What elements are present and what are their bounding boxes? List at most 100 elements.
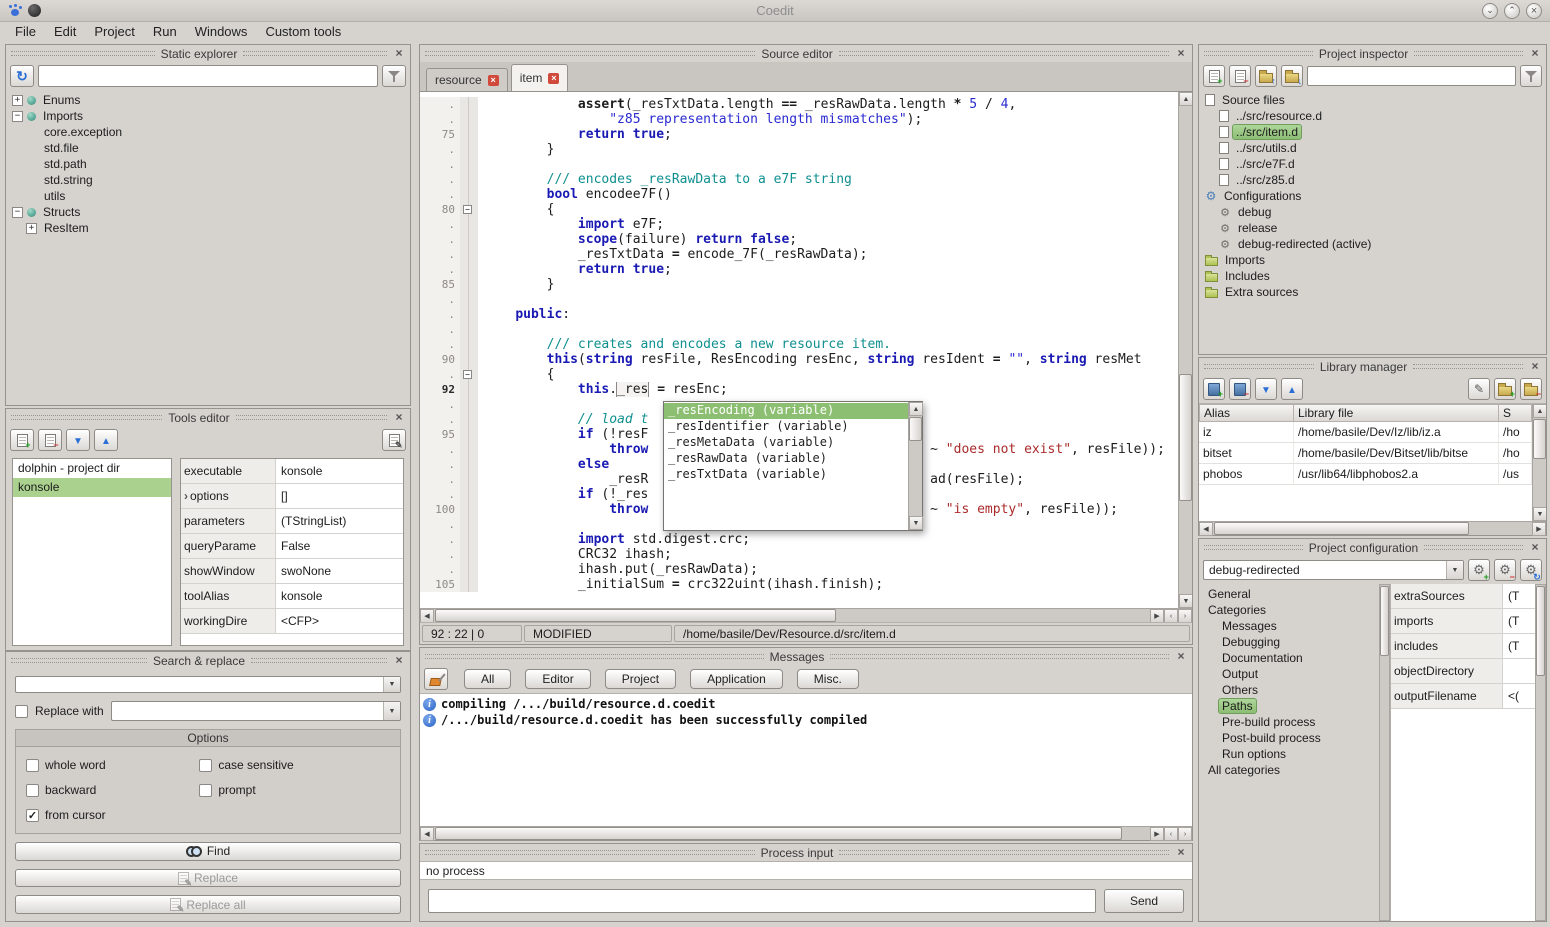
process-input-field[interactable] (428, 889, 1096, 913)
tree-item[interactable]: ⚙debug (1199, 204, 1546, 220)
scroll-thumb[interactable] (1179, 374, 1192, 501)
editor-horizontal-scrollbar[interactable]: ◀ ▶ ‹ › (420, 608, 1192, 622)
fold-icon[interactable]: − (463, 205, 472, 214)
tree-item[interactable]: Run options (1199, 746, 1379, 762)
tree-item[interactable]: ⚙Configurations (1199, 188, 1546, 204)
collapse-icon[interactable]: − (12, 207, 23, 218)
filter-editor[interactable]: Editor (525, 669, 590, 689)
chevron-down-icon[interactable] (383, 702, 400, 720)
scroll-right-icon[interactable]: ▶ (1150, 827, 1164, 841)
collapse-icon[interactable]: − (12, 111, 23, 122)
filter-application[interactable]: Application (690, 669, 783, 689)
tree-item[interactable]: Documentation (1199, 650, 1379, 666)
tree-item[interactable]: ../src/e7F.d (1199, 156, 1546, 172)
replace-button[interactable]: ✎Replace (15, 869, 401, 888)
grid-row[interactable]: executablekonsole (181, 459, 403, 484)
autocomplete-scrollbar[interactable]: ▲ ▼ (908, 402, 922, 530)
scroll-thumb[interactable] (1533, 419, 1546, 459)
tree-item[interactable]: core.exception (6, 124, 410, 140)
checkbox-whole-word[interactable]: whole word (26, 755, 199, 775)
grid-value[interactable]: <( (1503, 684, 1535, 708)
scroll-left-icon[interactable]: ◀ (1199, 522, 1213, 536)
tree-item[interactable]: General (1199, 586, 1379, 602)
grid-row[interactable]: workingDire<CFP> (181, 609, 403, 634)
menu-item-file[interactable]: File (6, 22, 45, 42)
grid-value[interactable]: False (276, 534, 403, 558)
menu-item-windows[interactable]: Windows (186, 22, 257, 42)
remove-tool-button[interactable]: − (38, 429, 62, 451)
scroll-thumb[interactable] (435, 827, 1122, 840)
window-close-button[interactable] (1526, 3, 1542, 19)
list-item[interactable]: konsole (13, 478, 171, 497)
split-left-icon[interactable]: ‹ (1164, 609, 1178, 623)
filter-misc[interactable]: Misc. (797, 669, 859, 689)
move-tool-up-button[interactable] (94, 429, 118, 451)
find-button[interactable]: Find (15, 842, 401, 861)
filter-project[interactable]: Project (605, 669, 676, 689)
panel-close-icon[interactable] (1175, 48, 1187, 60)
checkbox-prompt[interactable]: prompt (199, 780, 390, 800)
tree-item[interactable]: Paths (1199, 698, 1379, 714)
menu-item-custom-tools[interactable]: Custom tools (256, 22, 350, 42)
table-row[interactable]: phobos/usr/lib64/libphobos2.a/us (1199, 464, 1532, 485)
tree-item[interactable]: utils (6, 188, 410, 204)
move-library-up-button[interactable] (1281, 378, 1303, 400)
scroll-up-icon[interactable]: ▲ (1533, 404, 1546, 418)
scroll-up-icon[interactable]: ▲ (909, 402, 923, 416)
column-header[interactable]: Library file (1294, 404, 1499, 422)
scroll-thumb[interactable] (435, 609, 836, 622)
panel-close-icon[interactable] (393, 48, 405, 60)
tree-item[interactable]: Output (1199, 666, 1379, 682)
shade-button[interactable] (1482, 3, 1498, 19)
tab-close-icon[interactable]: × (548, 73, 559, 84)
grid-row[interactable]: imports(T (1391, 609, 1535, 634)
scroll-left-icon[interactable]: ◀ (420, 827, 434, 841)
tree-item[interactable]: ⚙release (1199, 220, 1546, 236)
split-right-icon[interactable]: › (1178, 609, 1192, 623)
split-right-icon[interactable]: › (1178, 827, 1192, 841)
checkbox-box[interactable] (199, 784, 212, 797)
chevron-down-icon[interactable] (1446, 561, 1463, 579)
scroll-thumb[interactable] (1536, 586, 1545, 676)
tree-item[interactable]: std.string (6, 172, 410, 188)
add-configuration-button[interactable]: + (1468, 559, 1490, 581)
tree-item[interactable]: −Structs (6, 204, 410, 220)
tree-item[interactable]: ../src/utils.d (1199, 140, 1546, 156)
tree-item[interactable]: +Enums (6, 92, 410, 108)
message-row[interactable]: i/.../build/resource.d.coedit has been s… (423, 712, 1189, 728)
tree-item[interactable]: Categories (1199, 602, 1379, 618)
filter-button[interactable] (382, 65, 406, 87)
scroll-thumb[interactable] (909, 417, 922, 441)
grid-row[interactable]: includes(T (1391, 634, 1535, 659)
tree-item[interactable]: All categories (1199, 762, 1379, 778)
split-left-icon[interactable]: ‹ (1164, 827, 1178, 841)
scroll-up-icon[interactable]: ▲ (1179, 92, 1192, 106)
inspector-filter-button[interactable] (1520, 65, 1542, 87)
tree-item[interactable]: ../src/resource.d (1199, 108, 1546, 124)
panel-close-icon[interactable] (1529, 542, 1541, 554)
grid-row[interactable]: toolAliaskonsole (181, 584, 403, 609)
grid-value[interactable]: (T (1503, 584, 1535, 608)
add-library-button[interactable]: + (1203, 378, 1225, 400)
tree-item[interactable]: Source files (1199, 92, 1546, 108)
checkbox-box[interactable] (26, 759, 39, 772)
checkbox-backward[interactable]: backward (26, 780, 199, 800)
tree-item[interactable]: Others (1199, 682, 1379, 698)
checkbox-from-cursor[interactable]: from cursor (26, 805, 199, 825)
editor-tab-item[interactable]: item× (511, 64, 569, 91)
tree-item[interactable]: +ResItem (6, 220, 410, 236)
grid-row[interactable]: extraSources(T (1391, 584, 1535, 609)
table-row[interactable]: bitset/home/basile/Dev/Bitset/lib/bitse/… (1199, 443, 1532, 464)
tree-item[interactable]: std.file (6, 140, 410, 156)
sync-folder-button[interactable]: ↓ (1281, 65, 1303, 87)
completion-item[interactable]: _resIdentifier (variable) (664, 419, 908, 435)
scroll-down-icon[interactable]: ▼ (1179, 594, 1192, 608)
table-row[interactable]: iz/home/basile/Dev/Iz/lib/iz.a/ho (1199, 422, 1532, 443)
tree-item[interactable]: std.path (6, 156, 410, 172)
remove-source-button[interactable]: − (1229, 65, 1251, 87)
grid-row[interactable]: showWindowswoNone (181, 559, 403, 584)
config-grid-scrollbar[interactable] (1535, 584, 1546, 921)
library-vertical-scrollbar[interactable]: ▲ ▼ (1532, 404, 1546, 521)
grid-value[interactable]: konsole (276, 459, 403, 483)
edit-library-button[interactable] (1468, 378, 1490, 400)
